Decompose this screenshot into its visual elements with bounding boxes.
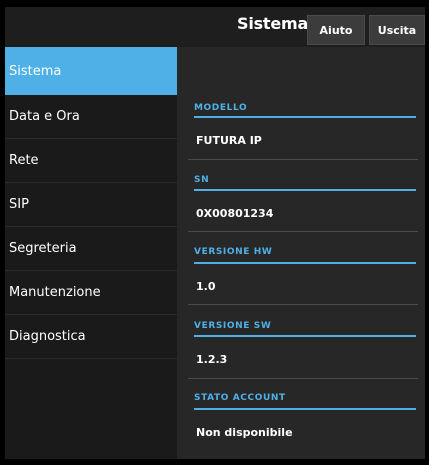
field-modello: MODELLO	[188, 47, 418, 120]
page-title: Sistema	[237, 14, 309, 33]
header-bar: Sistema Aiuto Uscita	[5, 7, 425, 47]
field-separator	[188, 304, 418, 305]
screen: Sistema Aiuto Uscita Sistema Data e Ora …	[5, 7, 425, 459]
field-label: SN	[194, 175, 210, 185]
field-underline	[194, 408, 416, 410]
sidebar: Sistema Data e Ora Rete SIP Segreteria M…	[5, 47, 177, 459]
field-value-modello: FUTURA IP	[196, 134, 262, 147]
field-separator	[188, 231, 418, 232]
field-value-sw: 1.2.3	[196, 353, 228, 366]
sidebar-item-sip[interactable]: SIP	[5, 183, 177, 227]
field-label: VERSIONE SW	[194, 321, 272, 331]
sidebar-item-rete[interactable]: Rete	[5, 139, 177, 183]
field-label: VERSIONE HW	[194, 247, 273, 257]
exit-button[interactable]: Uscita	[369, 15, 425, 45]
sidebar-item-diagnostica[interactable]: Diagnostica	[5, 315, 177, 359]
sidebar-item-data-e-ora[interactable]: Data e Ora	[5, 95, 177, 139]
help-button[interactable]: Aiuto	[307, 15, 365, 45]
field-underline	[194, 335, 416, 337]
sidebar-item-sistema[interactable]: Sistema	[5, 47, 177, 95]
field-value-account: Non disponibile	[196, 426, 293, 439]
sidebar-item-segreteria[interactable]: Segreteria	[5, 227, 177, 271]
sidebar-item-manutenzione[interactable]: Manutenzione	[5, 271, 177, 315]
field-underline	[194, 116, 416, 118]
field-value-hw: 1.0	[196, 280, 216, 293]
field-underline	[194, 189, 416, 191]
field-underline	[194, 262, 416, 264]
field-separator	[188, 159, 418, 160]
field-value-sn: 0X00801234	[196, 207, 274, 220]
field-label: MODELLO	[194, 103, 248, 113]
field-separator	[188, 378, 418, 379]
field-label: STATO ACCOUNT	[194, 393, 286, 403]
